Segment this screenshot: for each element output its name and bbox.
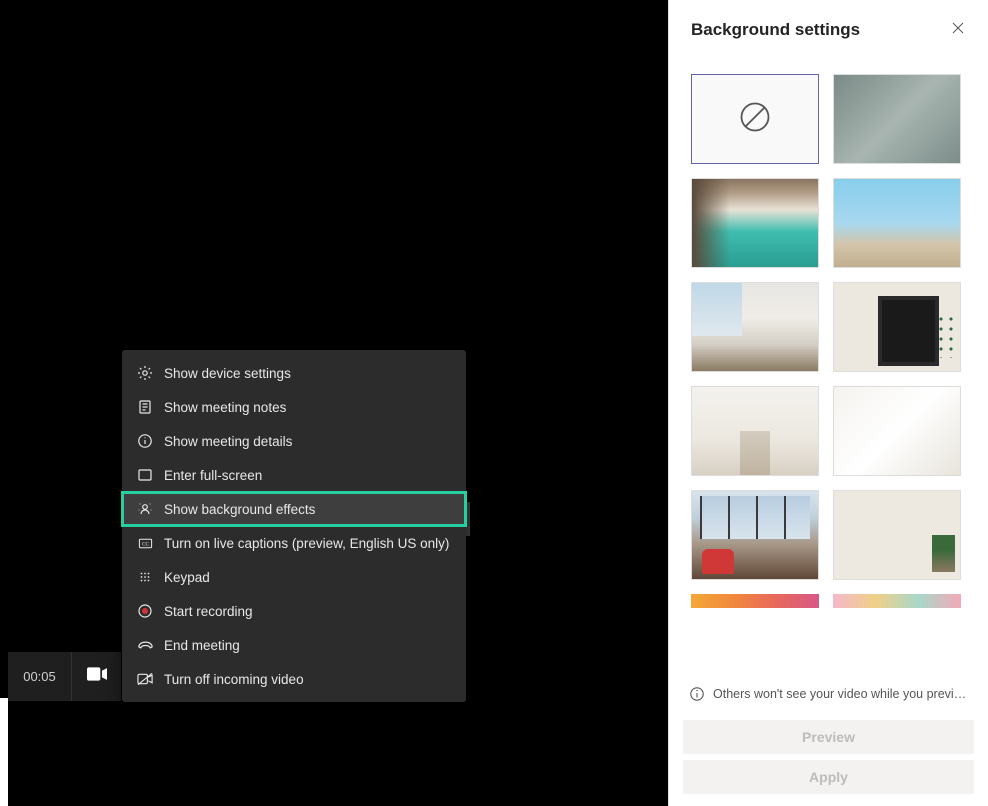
menu-item-device-settings[interactable]: Show device settings <box>122 356 466 390</box>
menu-item-label: Show meeting details <box>164 434 292 449</box>
background-option-white-studio[interactable] <box>833 386 961 476</box>
menu-item-label: Keypad <box>164 570 210 585</box>
menu-item-label: Turn on live captions (preview, English … <box>164 536 449 551</box>
menu-item-label: Enter full-screen <box>164 468 262 483</box>
panel-footer: Others won't see your video while you pr… <box>669 674 988 806</box>
meeting-timer: 00:05 <box>8 652 72 701</box>
background-option-loft-window[interactable] <box>691 282 819 372</box>
camera-toggle-button[interactable] <box>72 652 121 701</box>
panel-title: Background settings <box>691 20 860 40</box>
apply-button[interactable]: Apply <box>683 760 974 794</box>
menu-item-label: Turn off incoming video <box>164 672 304 687</box>
svg-text:CC: CC <box>142 541 149 547</box>
background-option-none[interactable] <box>691 74 819 164</box>
menu-item-live-captions[interactable]: CC Turn on live captions (preview, Engli… <box>122 526 466 560</box>
menu-highlight-extension <box>466 502 470 536</box>
background-option-gradient-orange[interactable] <box>691 594 819 608</box>
more-actions-menu: Show device settings Show meeting notes … <box>122 350 466 702</box>
background-options-grid <box>669 62 988 674</box>
captions-icon: CC <box>136 534 154 552</box>
background-option-minimal-room[interactable] <box>833 490 961 580</box>
record-icon <box>136 602 154 620</box>
background-option-room-mirror[interactable] <box>833 282 961 372</box>
background-option-white-staircase[interactable] <box>691 386 819 476</box>
background-effects-icon <box>136 500 154 518</box>
menu-item-fullscreen[interactable]: Enter full-screen <box>122 458 466 492</box>
panel-header: Background settings <box>669 0 988 62</box>
menu-item-label: End meeting <box>164 638 240 653</box>
background-settings-panel: Background settings Others won' <box>668 0 988 806</box>
white-strip <box>0 698 8 806</box>
none-icon <box>737 99 773 140</box>
menu-item-label: Show meeting notes <box>164 400 286 415</box>
menu-item-keypad[interactable]: Keypad <box>122 560 466 594</box>
keypad-icon <box>136 568 154 586</box>
preview-button[interactable]: Preview <box>683 720 974 754</box>
menu-item-label: Start recording <box>164 604 253 619</box>
notes-icon <box>136 398 154 416</box>
menu-item-label: Show background effects <box>164 502 315 517</box>
info-text: Others won't see your video while you pr… <box>713 687 968 701</box>
menu-item-end-meeting[interactable]: End meeting <box>122 628 466 662</box>
video-area: 00:05 Show device settings Show meeting … <box>0 0 668 806</box>
menu-item-meeting-details[interactable]: Show meeting details <box>122 424 466 458</box>
info-icon <box>136 432 154 450</box>
menu-item-start-recording[interactable]: Start recording <box>122 594 466 628</box>
background-option-gradient-pastel[interactable] <box>833 594 961 608</box>
camera-icon <box>87 667 107 686</box>
background-option-office-lockers[interactable] <box>691 178 819 268</box>
end-call-icon <box>136 636 154 654</box>
menu-item-turn-off-incoming-video[interactable]: Turn off incoming video <box>122 662 466 696</box>
preview-info-row: Others won't see your video while you pr… <box>683 680 974 714</box>
background-option-beach[interactable] <box>833 178 961 268</box>
close-icon <box>952 21 964 39</box>
menu-item-meeting-notes[interactable]: Show meeting notes <box>122 390 466 424</box>
video-off-icon <box>136 670 154 688</box>
close-panel-button[interactable] <box>950 22 966 38</box>
menu-item-background-effects[interactable]: Show background effects <box>122 492 466 526</box>
background-option-lounge-windows[interactable] <box>691 490 819 580</box>
meeting-controls-bar: 00:05 <box>8 652 121 701</box>
menu-item-label: Show device settings <box>164 366 291 381</box>
fullscreen-icon <box>136 466 154 484</box>
info-icon <box>689 686 705 702</box>
background-option-blur[interactable] <box>833 74 961 164</box>
gear-icon <box>136 364 154 382</box>
